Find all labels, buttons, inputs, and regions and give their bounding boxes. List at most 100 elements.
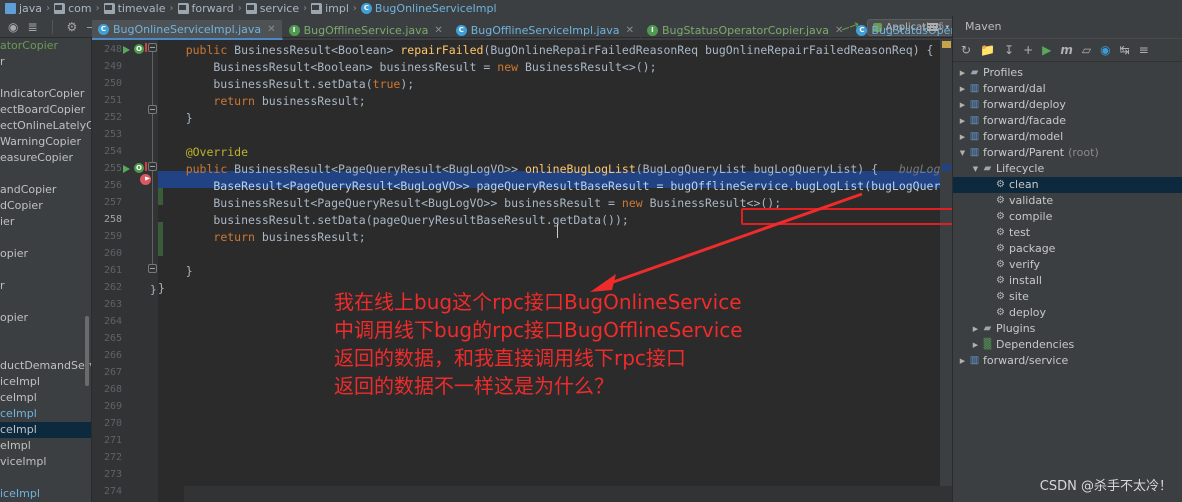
chevron-right-icon[interactable]: ▶ bbox=[957, 65, 968, 81]
maven-tree-item-dependencies[interactable]: ▶ ▒ Dependencies bbox=[953, 337, 1182, 353]
chevron-right-icon[interactable]: ▶ bbox=[970, 321, 981, 337]
sidebar-item[interactable]: viceImpl bbox=[0, 454, 92, 470]
chevron-right-icon[interactable]: ▶ bbox=[957, 129, 968, 145]
maven-tree-item-compile[interactable]: ⚙ compile bbox=[953, 209, 1182, 225]
chevron-right-icon[interactable]: ▶ bbox=[957, 353, 968, 369]
fold-toggle-icon[interactable] bbox=[148, 43, 157, 52]
code-line[interactable]: } bbox=[158, 263, 193, 280]
toggle-offline-icon[interactable]: ◉ bbox=[1100, 44, 1110, 56]
maven-tree-item-plugins[interactable]: ▶ ▰ Plugins bbox=[953, 321, 1182, 337]
override-badge-icon[interactable]: O bbox=[134, 44, 144, 54]
maven-tree-item-validate[interactable]: ⚙ validate bbox=[953, 193, 1182, 209]
chevron-down-icon[interactable]: ▼ bbox=[957, 145, 968, 161]
sidebar-item[interactable]: eImpl bbox=[0, 438, 92, 454]
editor-tab-1[interactable]: I BugOfflineService.java ✕ bbox=[283, 20, 450, 40]
maven-tree-item-clean[interactable]: ⚙ clean bbox=[953, 177, 1182, 193]
sidebar-item[interactable] bbox=[0, 70, 92, 86]
maven-tree-item-forward-parent[interactable]: ▼ ▥ forward/Parent (root) bbox=[953, 145, 1182, 161]
run-method-icon[interactable] bbox=[123, 165, 130, 173]
run-icon[interactable]: ▶ bbox=[1042, 44, 1051, 56]
maven-tree-item-forward-deploy[interactable]: ▶ ▥ forward/deploy bbox=[953, 97, 1182, 113]
collapse-icon[interactable]: ↹ bbox=[1120, 44, 1130, 56]
sidebar-item[interactable]: easureCopier bbox=[0, 150, 92, 166]
sidebar-item[interactable]: andCopier bbox=[0, 182, 92, 198]
code-folding-column[interactable]: } bbox=[147, 40, 158, 502]
sidebar-item[interactable] bbox=[0, 262, 92, 278]
sidebar-item[interactable] bbox=[0, 342, 92, 358]
breadcrumb-item-java[interactable]: java bbox=[4, 2, 43, 15]
breadcrumb-item-timevale[interactable]: timevale bbox=[103, 2, 167, 15]
chevron-right-icon[interactable]: ▶ bbox=[970, 337, 981, 353]
expand-icon[interactable]: ≡ bbox=[1139, 44, 1149, 56]
chevron-right-icon[interactable]: ▶ bbox=[957, 113, 968, 129]
maven-tree-item-package[interactable]: ⚙ package bbox=[953, 241, 1182, 257]
code-line[interactable]: @Override bbox=[158, 144, 248, 161]
maven-tree-item-forward-model[interactable]: ▶ ▥ forward/model bbox=[953, 129, 1182, 145]
settings-gear-icon[interactable]: ⚙ bbox=[67, 21, 78, 33]
chevron-down-icon[interactable]: ▼ bbox=[970, 161, 981, 177]
sidebar-item[interactable]: r bbox=[0, 54, 92, 70]
maven-tree-item-site[interactable]: ⚙ site bbox=[953, 289, 1182, 305]
code-line[interactable]: businessResult.setData(pageQueryResultBa… bbox=[158, 212, 628, 229]
reload-icon[interactable]: ↻ bbox=[961, 44, 971, 56]
fold-toggle-icon[interactable] bbox=[148, 264, 157, 273]
maven-tree-item-lifecycle[interactable]: ▼ ▰ Lifecycle bbox=[953, 161, 1182, 177]
run-method-icon[interactable] bbox=[123, 46, 130, 54]
sidebar-item[interactable]: IndicatorCopier bbox=[0, 86, 92, 102]
sidebar-item[interactable] bbox=[0, 230, 92, 246]
target-icon[interactable]: ◉ bbox=[8, 21, 18, 33]
sidebar-item[interactable]: iceImpl bbox=[0, 486, 92, 502]
sidebar-item[interactable]: atorCopier bbox=[0, 38, 92, 54]
project-sidebar[interactable]: atorCopier r IndicatorCopier ectBoardCopier… bbox=[0, 38, 92, 502]
code-line[interactable]: } bbox=[158, 280, 165, 297]
maven-tree-item-profiles[interactable]: ▶ ▰ Profiles bbox=[953, 65, 1182, 81]
maven-tree[interactable]: ▶ ▰ Profiles ▶ ▥ forward/dal ▶ ▥ forward/deploy ▶… bbox=[953, 62, 1182, 369]
editor-tab-3[interactable]: I BugStatusOperatorCopier.java ✕ bbox=[641, 20, 851, 40]
sidebar-item[interactable] bbox=[0, 326, 92, 342]
download-sources-icon[interactable]: ↧ bbox=[1004, 44, 1014, 56]
editor-tab-0[interactable]: C BugOnlineServiceImpl.java ✕ bbox=[92, 20, 283, 40]
chevron-right-icon[interactable]: ▶ bbox=[957, 97, 968, 113]
breadcrumb-item-forward[interactable]: forward bbox=[177, 2, 235, 15]
sidebar-item[interactable]: opier bbox=[0, 246, 92, 262]
sidebar-scrollbar[interactable] bbox=[85, 316, 89, 386]
code-line[interactable]: public BusinessResult<Boolean> repairFai… bbox=[158, 42, 934, 59]
add-icon[interactable]: + bbox=[1023, 44, 1033, 56]
collapse-all-icon[interactable]: ≣ bbox=[27, 21, 37, 33]
sidebar-item[interactable]: dCopier bbox=[0, 198, 92, 214]
maven-tree-item-test[interactable]: ⚙ test bbox=[953, 225, 1182, 241]
close-icon[interactable]: ✕ bbox=[833, 25, 843, 36]
fold-toggle-icon[interactable] bbox=[148, 162, 157, 171]
code-line[interactable]: businessResult.setData(true); bbox=[158, 76, 414, 93]
maven-tree-item-forward-service[interactable]: ▶ ▥ forward/service bbox=[953, 353, 1182, 369]
editor-marker-strip[interactable] bbox=[940, 40, 952, 502]
maven-tree-item-forward-facade[interactable]: ▶ ▥ forward/facade bbox=[953, 113, 1182, 129]
sidebar-item[interactable] bbox=[0, 470, 92, 486]
sidebar-item[interactable]: ceImpl bbox=[0, 390, 92, 406]
maven-tree-item-install[interactable]: ⚙ install bbox=[953, 273, 1182, 289]
maven-tree-item-forward-dal[interactable]: ▶ ▥ forward/dal bbox=[953, 81, 1182, 97]
maven-tool-window[interactable]: Maven ↻ 📁 ↧ + ▶ m ⏥ ◉ ↹ ≡ ▶ ▰ Profiles ▶ ▥ fo… bbox=[952, 16, 1182, 502]
sidebar-item[interactable]: opier bbox=[0, 310, 92, 326]
sidebar-item[interactable]: ductDemandService bbox=[0, 358, 92, 374]
maven-tree-item-deploy[interactable]: ⚙ deploy bbox=[953, 305, 1182, 321]
code-line[interactable]: } bbox=[158, 110, 193, 127]
sidebar-item[interactable] bbox=[0, 294, 92, 310]
sidebar-item[interactable] bbox=[0, 166, 92, 182]
sidebar-item[interactable]: ectOnlineLatelyCopi bbox=[0, 118, 92, 134]
close-icon[interactable]: ✕ bbox=[624, 25, 634, 36]
warning-marker[interactable] bbox=[942, 41, 951, 48]
maven-tree-item-verify[interactable]: ⚙ verify bbox=[953, 257, 1182, 273]
sidebar-item[interactable]: ier bbox=[0, 214, 92, 230]
editor-tab-2[interactable]: C BugOfflineServiceImpl.java ✕ bbox=[450, 20, 641, 40]
breadcrumb-item-service[interactable]: service bbox=[245, 2, 300, 15]
execute-maven-goal-icon[interactable]: m bbox=[1060, 44, 1073, 56]
override-badge-icon[interactable]: O bbox=[134, 163, 144, 173]
sidebar-item[interactable]: ectBoardCopier bbox=[0, 102, 92, 118]
breadcrumb-item-bugonlineserviceimpl[interactable]: C BugOnlineServiceImpl bbox=[360, 2, 498, 15]
tab-overflow-button[interactable]: ▾ 5 bbox=[922, 22, 944, 32]
breadcrumb-item-com[interactable]: com bbox=[53, 2, 93, 15]
sidebar-item[interactable]: WarningCopier bbox=[0, 134, 92, 150]
code-line[interactable]: BusinessResult<Boolean> businessResult =… bbox=[158, 59, 656, 76]
fold-toggle-icon[interactable] bbox=[148, 105, 157, 114]
